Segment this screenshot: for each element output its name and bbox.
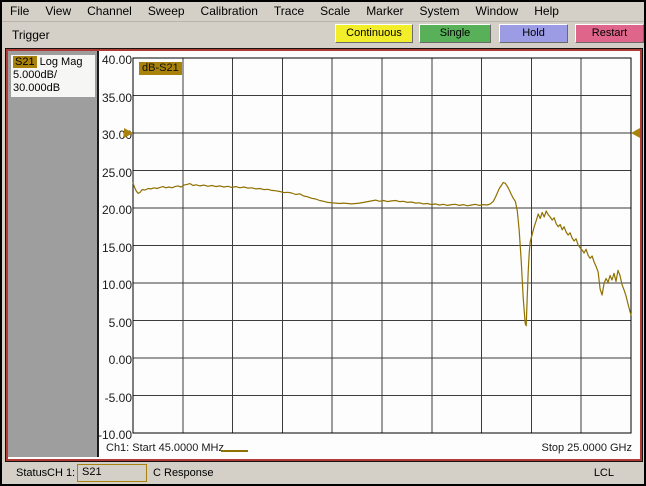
menu-system[interactable]: System (412, 2, 468, 18)
menu-marker[interactable]: Marker (358, 2, 411, 18)
trace-format: Log Mag (39, 56, 83, 68)
stop-frequency-label: Stop 25.0000 GHz (541, 442, 632, 454)
y-tick-label: 0.00 (108, 353, 132, 367)
status-label: Status (16, 467, 48, 479)
trace-color-key (221, 450, 248, 452)
menu-view[interactable]: View (37, 2, 79, 18)
trace-reference: 30.000dB (13, 82, 61, 94)
menu-channel[interactable]: Channel (79, 2, 140, 18)
trigger-toolbar: Trigger Continuous Single Hold Restart (2, 22, 644, 47)
correction-status: C Response (153, 467, 214, 479)
lcl-indicator: LCL (593, 467, 614, 479)
analyzer-window: File View Channel Sweep Calibration Trace Scal… (2, 2, 644, 484)
menu-file[interactable]: File (2, 2, 37, 18)
y-tick-label: 40.00 (101, 53, 132, 67)
trace-status-panel[interactable]: S21 Log Mag 5.000dB/ 30.000dB (11, 55, 95, 97)
menu-sweep[interactable]: Sweep (140, 2, 193, 18)
y-tick-label: 35.00 (101, 90, 132, 105)
y-tick-label: -5.00 (104, 390, 132, 405)
single-button[interactable]: Single (419, 24, 491, 43)
menu-calibration[interactable]: Calibration (193, 2, 266, 18)
menu-help[interactable]: Help (526, 2, 567, 18)
trace-scale: 5.000dB/ (13, 69, 58, 81)
restart-button[interactable]: Restart (575, 24, 644, 43)
menu-trace[interactable]: Trace (266, 2, 312, 18)
trace-label-tag[interactable]: dB-S21 (139, 62, 182, 75)
continuous-button[interactable]: Continuous (335, 24, 413, 43)
menu-window[interactable]: Window (468, 2, 527, 18)
y-tick-label: -10.00 (97, 428, 132, 442)
trace-name-badge: S21 (13, 56, 37, 68)
channel-label: CH 1: (47, 467, 76, 479)
start-frequency-label: Ch1: Start 45.0000 MHz (106, 442, 225, 454)
hold-button[interactable]: Hold (499, 24, 568, 43)
y-tick-label: 5.00 (108, 315, 132, 330)
trace-status-sidebar: S21 Log Mag 5.000dB/ 30.000dB (8, 51, 99, 457)
measurement-box[interactable]: S21 (77, 464, 147, 482)
y-tick-label: 15.00 (101, 240, 132, 255)
y-tick-label: 25.00 (101, 165, 132, 180)
y-tick-label: 30.00 (101, 128, 132, 142)
menu-bar: File View Channel Sweep Calibration Trace Scal… (2, 2, 644, 22)
y-tick-label: 10.00 (101, 278, 132, 292)
trigger-toolbar-label: Trigger (12, 28, 50, 42)
y-tick-label: 20.00 (101, 203, 132, 217)
menu-scale[interactable]: Scale (312, 2, 358, 18)
status-bar: Status CH 1: S21 C Response LCL (2, 462, 644, 484)
